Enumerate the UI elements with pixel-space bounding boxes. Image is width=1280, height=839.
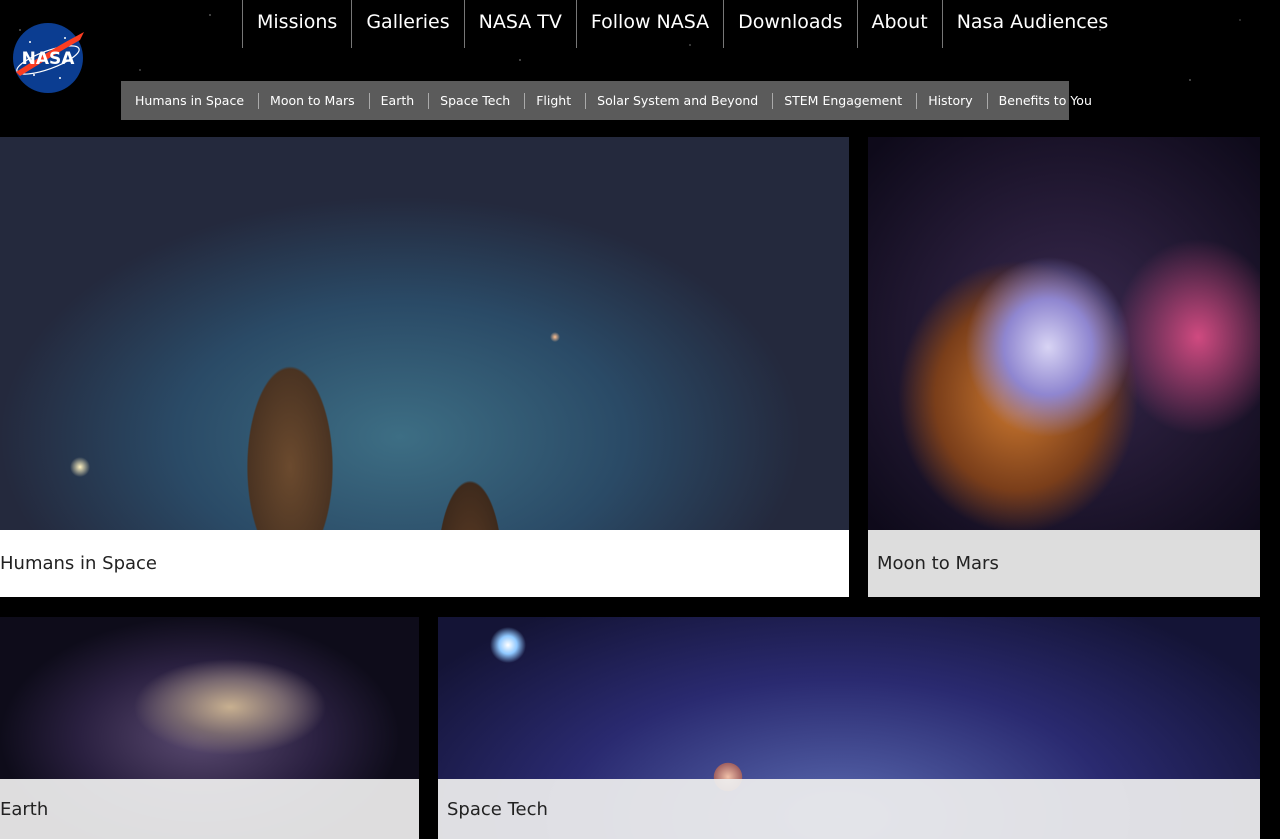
logo-text: NASA: [22, 49, 76, 69]
subnav-space-tech[interactable]: Space Tech: [429, 92, 526, 109]
top-nav-about[interactable]: About: [856, 0, 942, 48]
nasa-logo[interactable]: NASA: [10, 20, 86, 96]
card-space-tech[interactable]: Space Tech: [438, 617, 1260, 839]
pillars-of-creation-image: [0, 137, 849, 530]
subnav-earth[interactable]: Earth: [370, 92, 430, 109]
subnav-moon-to-mars[interactable]: Moon to Mars: [259, 92, 370, 109]
card-humans-in-space[interactable]: Humans in Space: [0, 137, 849, 597]
top-nav-missions[interactable]: Missions: [242, 0, 351, 48]
star-cluster-nebula-image: [868, 137, 1260, 530]
card-earth[interactable]: Earth: [0, 617, 419, 839]
top-nav-galleries[interactable]: Galleries: [351, 0, 463, 48]
card-label: Humans in Space: [0, 530, 849, 597]
subnav-history[interactable]: History: [917, 92, 988, 109]
top-nav-nasa-audiences[interactable]: Nasa Audiences: [941, 0, 1123, 48]
card-label: Space Tech: [438, 779, 1260, 839]
card-moon-to-mars[interactable]: Moon to Mars: [868, 137, 1260, 597]
card-label: Moon to Mars: [868, 530, 1260, 597]
topic-navigation: Humans in Space Moon to Mars Earth Space…: [121, 81, 1092, 120]
top-nav-downloads[interactable]: Downloads: [723, 0, 856, 48]
subnav-humans-in-space[interactable]: Humans in Space: [124, 92, 260, 109]
subnav-benefits[interactable]: Benefits to You: [988, 93, 1106, 109]
subnav-stem-engagement[interactable]: STEM Engagement: [773, 92, 918, 109]
subnav-flight[interactable]: Flight: [525, 92, 587, 109]
top-nav-follow-nasa[interactable]: Follow NASA: [575, 0, 723, 48]
top-nav-nasa-tv[interactable]: NASA TV: [463, 0, 576, 48]
card-label: Earth: [0, 779, 419, 839]
subnav-solar-system[interactable]: Solar System and Beyond: [586, 92, 774, 109]
top-navigation: Missions Galleries NASA TV Follow NASA D…: [242, 0, 1122, 48]
page: NASA Missions Galleries NASA TV Follow N…: [0, 0, 1280, 839]
